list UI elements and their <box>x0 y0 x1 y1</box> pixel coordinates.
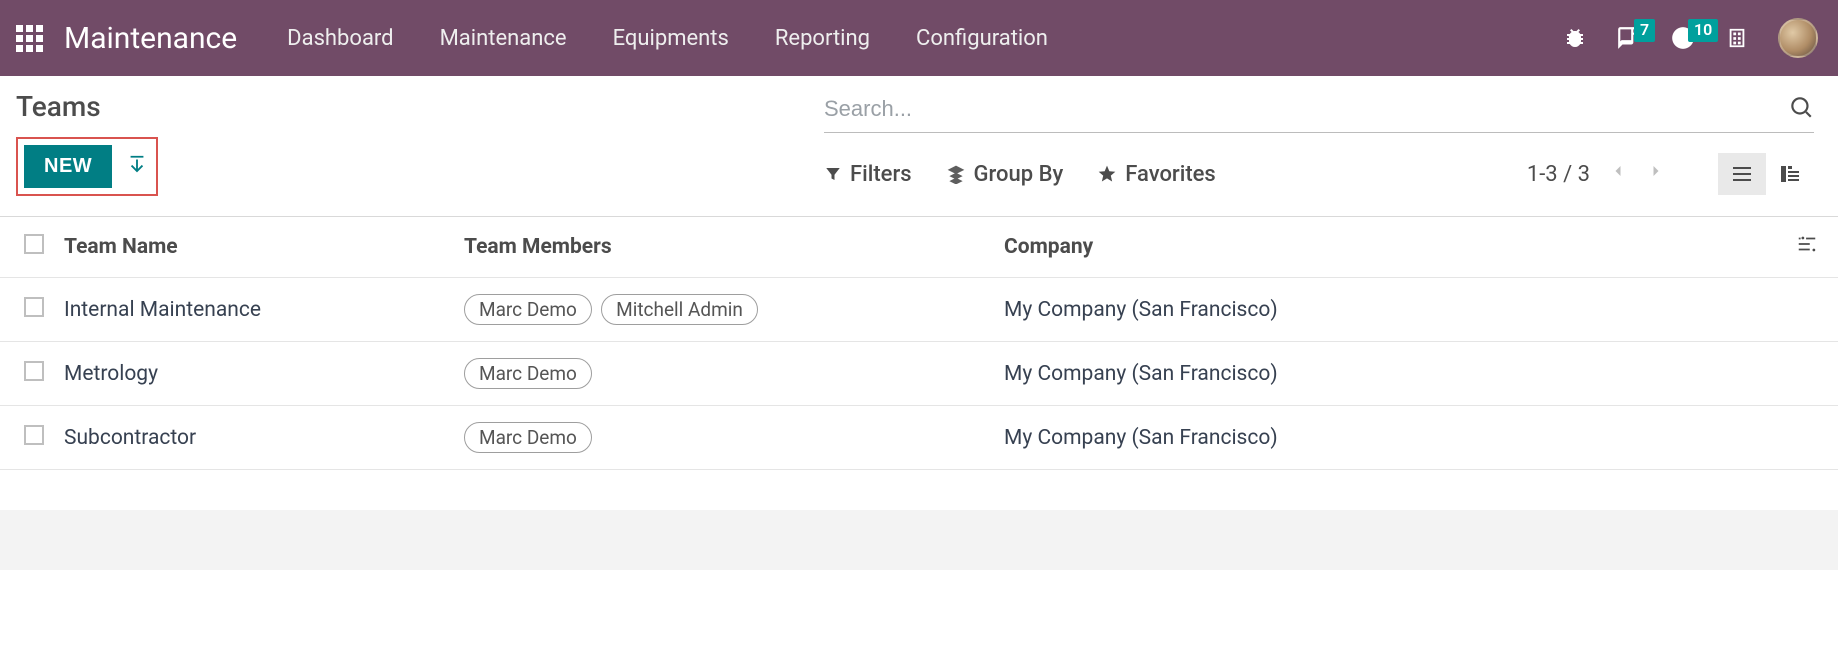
export-icon[interactable] <box>126 154 148 180</box>
cell-team-name: Internal Maintenance <box>54 278 454 342</box>
view-switcher <box>1718 153 1814 195</box>
table-header-row: Team Name Team Members Company <box>0 217 1838 278</box>
top-navbar: Maintenance Dashboard Maintenance Equipm… <box>0 0 1838 76</box>
nav-right: 7 10 <box>1562 18 1818 58</box>
pager: 1-3 / 3 <box>1527 161 1666 187</box>
pager-text[interactable]: 1-3 / 3 <box>1527 162 1590 187</box>
nav-dashboard[interactable]: Dashboard <box>287 26 393 51</box>
messages-icon[interactable]: 7 <box>1616 25 1642 51</box>
table-row[interactable]: Metrology Marc Demo My Company (San Fran… <box>0 342 1838 406</box>
cell-company: My Company (San Francisco) <box>994 406 1786 470</box>
activities-icon[interactable]: 10 <box>1670 25 1696 51</box>
cell-team-name: Metrology <box>54 342 454 406</box>
favorites-button[interactable]: Favorites <box>1097 162 1216 187</box>
cell-company: My Company (San Francisco) <box>994 342 1786 406</box>
apps-menu-icon[interactable] <box>14 23 44 53</box>
control-panel: Teams NEW Filters Group By <box>0 76 1838 196</box>
pager-next-icon[interactable] <box>1646 161 1666 187</box>
favorites-label: Favorites <box>1125 162 1216 187</box>
row-checkbox[interactable] <box>24 297 44 317</box>
nav-menu: Dashboard Maintenance Equipments Reporti… <box>287 26 1048 51</box>
member-tag[interactable]: Mitchell Admin <box>601 294 758 325</box>
brand-title[interactable]: Maintenance <box>64 21 237 56</box>
col-team-members[interactable]: Team Members <box>454 217 994 278</box>
col-company[interactable]: Company <box>994 217 1786 278</box>
nav-equipments[interactable]: Equipments <box>613 26 729 51</box>
member-tag[interactable]: Marc Demo <box>464 422 592 453</box>
list-view-icon[interactable] <box>1718 153 1766 195</box>
cell-team-members: Marc Demo <box>454 406 994 470</box>
teams-table: Team Name Team Members Company Internal … <box>0 216 1838 470</box>
col-team-name[interactable]: Team Name <box>54 217 454 278</box>
search-icon[interactable] <box>1788 94 1814 124</box>
activities-badge: 10 <box>1688 19 1718 42</box>
table-row[interactable]: Subcontractor Marc Demo My Company (San … <box>0 406 1838 470</box>
cell-team-members: Marc Demo Mitchell Admin <box>454 278 994 342</box>
user-avatar[interactable] <box>1778 18 1818 58</box>
cell-team-name: Subcontractor <box>54 406 454 470</box>
nav-configuration[interactable]: Configuration <box>916 26 1048 51</box>
select-all-checkbox[interactable] <box>24 234 44 254</box>
nav-reporting[interactable]: Reporting <box>775 26 870 51</box>
member-tag[interactable]: Marc Demo <box>464 358 592 389</box>
page-title: Teams <box>16 90 158 123</box>
search-input[interactable] <box>824 96 1778 122</box>
table-row[interactable]: Internal Maintenance Marc Demo Mitchell … <box>0 278 1838 342</box>
cell-team-members: Marc Demo <box>454 342 994 406</box>
member-tag[interactable]: Marc Demo <box>464 294 592 325</box>
new-button[interactable]: NEW <box>24 145 112 188</box>
filters-label: Filters <box>850 162 912 187</box>
nav-maintenance[interactable]: Maintenance <box>440 26 567 51</box>
search-bar <box>824 90 1814 133</box>
groupby-label: Group By <box>974 162 1064 187</box>
groupby-button[interactable]: Group By <box>946 162 1064 187</box>
toolbar: Filters Group By Favorites 1-3 / 3 <box>824 153 1814 195</box>
row-checkbox[interactable] <box>24 425 44 445</box>
company-switcher-icon[interactable] <box>1724 25 1750 51</box>
optional-columns-icon[interactable] <box>1796 237 1818 261</box>
kanban-view-icon[interactable] <box>1766 153 1814 195</box>
debug-icon[interactable] <box>1562 25 1588 51</box>
pager-prev-icon[interactable] <box>1608 161 1628 187</box>
messages-badge: 7 <box>1634 19 1655 42</box>
row-checkbox[interactable] <box>24 361 44 381</box>
filters-button[interactable]: Filters <box>824 162 912 187</box>
cell-company: My Company (San Francisco) <box>994 278 1786 342</box>
new-button-highlight: NEW <box>16 137 158 196</box>
footer-bar <box>0 510 1838 570</box>
